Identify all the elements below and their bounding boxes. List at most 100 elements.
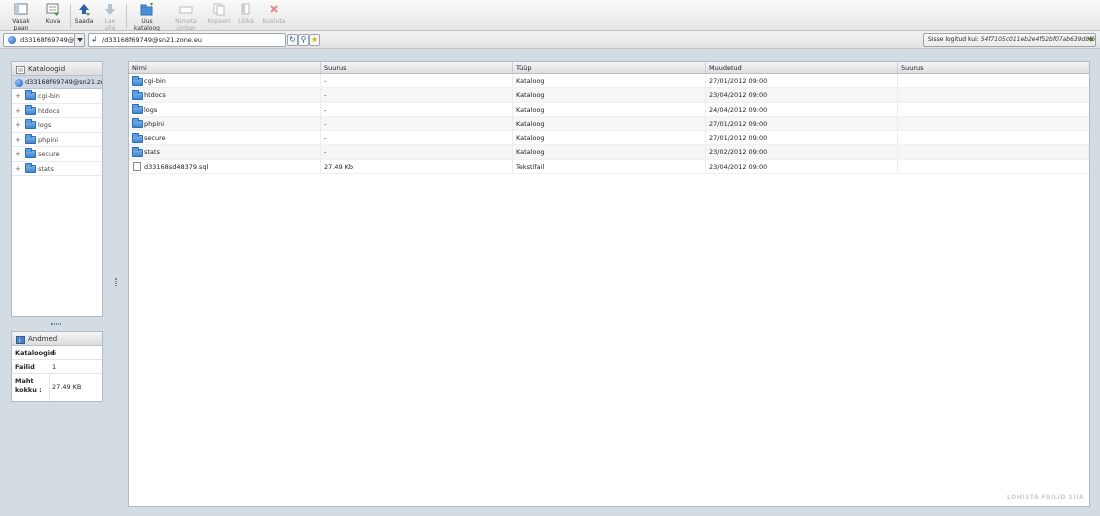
favorite-button[interactable]: ★: [309, 34, 320, 46]
cell-type: Kataloog: [513, 88, 706, 102]
login-hash-select[interactable]: Sisse logitud kui: 54f7105c011eb2e4f52bf…: [923, 33, 1096, 47]
pane-resize-handle[interactable]: [115, 278, 117, 286]
folder-icon: [25, 133, 36, 144]
folder-icon: [132, 118, 143, 129]
tree-item-secure[interactable]: + secure: [12, 147, 102, 162]
folder-up-icon[interactable]: ↲: [91, 34, 98, 46]
column-header-name[interactable]: Nimi: [129, 62, 321, 73]
cell-name: stats: [144, 148, 160, 157]
table-row[interactable]: phpini - Kataloog 27/01/2012 09:00: [129, 116, 1089, 132]
directory-tree-panel: Kataloogid d33168f69749@sn21.zone.eu + c…: [11, 61, 103, 317]
tree-item-logs[interactable]: + logs: [12, 118, 102, 133]
info-key: Maht kokku :: [15, 377, 42, 394]
info-value: 6: [52, 349, 57, 357]
delete-button[interactable]: Kustuta: [262, 3, 286, 29]
toolbar: Vasak paan Kuva Saada Lae alla Uus katal…: [0, 0, 1100, 32]
star-icon: ★: [310, 35, 319, 44]
left-pane-button[interactable]: Vasak paan: [6, 3, 36, 32]
folder-icon: [132, 146, 143, 157]
table-row[interactable]: stats - Kataloog 23/02/2012 09:00: [129, 145, 1089, 160]
download-button[interactable]: Lae alla: [99, 3, 121, 32]
expand-icon[interactable]: +: [15, 89, 21, 103]
info-row-directories: Kataloogid 6: [12, 346, 102, 360]
expand-icon[interactable]: +: [15, 133, 21, 147]
upload-icon: [77, 3, 91, 16]
cell-type: Tekstifail: [513, 159, 706, 174]
new-folder-button[interactable]: Uus kataloog: [130, 3, 164, 32]
table-row[interactable]: htdocs - Kataloog 23/04/2012 09:00: [129, 88, 1089, 103]
folder-icon: [25, 104, 36, 115]
cell-modified: 27/01/2012 09:00: [706, 74, 898, 88]
cut-label: Lõika: [238, 18, 254, 25]
cell-size: -: [321, 88, 513, 102]
address-bar: d33168f69749@sn21.zone.eu ↲ /d33168f6974…: [0, 31, 1100, 49]
table-row[interactable]: secure - Kataloog 27/01/2012 09:00: [129, 131, 1089, 146]
login-hash-value: 54f7105c011eb2e4f52bf07ab639d8f6: [980, 36, 1096, 43]
cell-size: -: [321, 102, 513, 116]
drop-zone-hint: LOHISTA FAILID SIIA: [1007, 494, 1084, 501]
expand-icon[interactable]: +: [15, 147, 21, 161]
column-header-modified[interactable]: Muudetud: [706, 62, 898, 73]
cell-name: htdocs: [144, 91, 166, 100]
cut-icon: [239, 3, 253, 16]
info-panel: i Andmed Kataloogid 6 Failid 1 Maht kokk…: [11, 331, 103, 402]
column-header-size[interactable]: Suurus: [321, 62, 513, 73]
tree-root-label: d33168f69749@sn21.zone.eu: [25, 78, 102, 86]
search-icon: ⚲: [300, 35, 307, 44]
cell-type: Kataloog: [513, 131, 706, 145]
info-divider: [49, 374, 50, 401]
rename-button[interactable]: Nimeta ümber: [170, 3, 202, 32]
tree-item-label: logs: [38, 121, 52, 129]
refresh-button[interactable]: ↻: [287, 34, 298, 46]
delete-label: Kustuta: [262, 18, 286, 25]
search-button[interactable]: ⚲: [298, 34, 309, 46]
cut-button[interactable]: Lõika: [236, 3, 256, 29]
expand-icon[interactable]: +: [15, 118, 21, 132]
account-select[interactable]: d33168f69749@sn21.zone.eu: [3, 33, 85, 47]
tree-item-label: secure: [38, 150, 60, 158]
folder-icon: [132, 89, 143, 100]
copy-button[interactable]: Kopeeri: [208, 3, 230, 29]
grid-body: cgi-bin - Kataloog 27/01/2012 09:00 htdo…: [129, 74, 1089, 175]
tree-item-htdocs[interactable]: + htdocs: [12, 104, 102, 118]
folder-icon: [132, 75, 143, 86]
directory-tree-header: Kataloogid: [12, 62, 102, 76]
cell-name: cgi-bin: [144, 77, 166, 85]
path-input[interactable]: ↲ /d33168f69749@sn21.zone.eu: [88, 33, 286, 47]
cell-name: d33168sd48379.sql: [144, 162, 209, 171]
expand-icon[interactable]: +: [15, 162, 21, 176]
view-button[interactable]: Kuva: [43, 3, 63, 29]
tree-item-label: htdocs: [38, 106, 60, 115]
rename-icon: [179, 3, 193, 16]
tree-item-label: cgi-bin: [38, 92, 60, 100]
tree-item-phpini[interactable]: + phpini: [12, 133, 102, 147]
column-header-size-2[interactable]: Suurus: [898, 62, 1089, 73]
file-icon: [133, 162, 141, 172]
table-row[interactable]: cgi-bin - Kataloog 27/01/2012 09:00: [129, 74, 1089, 89]
cell-size: -: [321, 116, 513, 131]
expand-icon[interactable]: +: [15, 104, 21, 118]
table-row[interactable]: logs - Kataloog 24/04/2012 09:00: [129, 102, 1089, 117]
table-row[interactable]: d33168sd48379.sql 27.49 Kb Tekstifail 23…: [129, 159, 1089, 175]
tree-item-stats[interactable]: + stats: [12, 162, 102, 176]
cell-modified: 23/04/2012 09:00: [706, 159, 898, 174]
cell-name: secure: [144, 134, 166, 143]
chevron-down-icon[interactable]: [1088, 38, 1094, 42]
toolbar-separator: [70, 4, 71, 28]
column-header-type[interactable]: Tüüp: [513, 62, 706, 73]
chevron-down-icon[interactable]: [74, 34, 84, 46]
cell-modified: 27/01/2012 09:00: [706, 131, 898, 145]
panel-resize-handle[interactable]: [51, 323, 61, 325]
tree-item-cgi-bin[interactable]: + cgi-bin: [12, 89, 102, 104]
info-row-files: Failid 1: [12, 360, 102, 374]
copy-icon: [212, 3, 226, 16]
info-key: Kataloogid: [15, 349, 55, 357]
info-row-total-size: Maht kokku : 27.49 KB: [12, 374, 102, 401]
tree-root-item[interactable]: d33168f69749@sn21.zone.eu: [12, 76, 102, 89]
left-pane-icon: [14, 3, 28, 16]
upload-button[interactable]: Saada: [74, 3, 94, 29]
login-hash-label: Sisse logitud kui:: [928, 36, 979, 43]
info-value: 27.49 KB: [52, 383, 82, 391]
folder-icon: [25, 162, 36, 173]
folder-tree-icon: [16, 65, 25, 74]
